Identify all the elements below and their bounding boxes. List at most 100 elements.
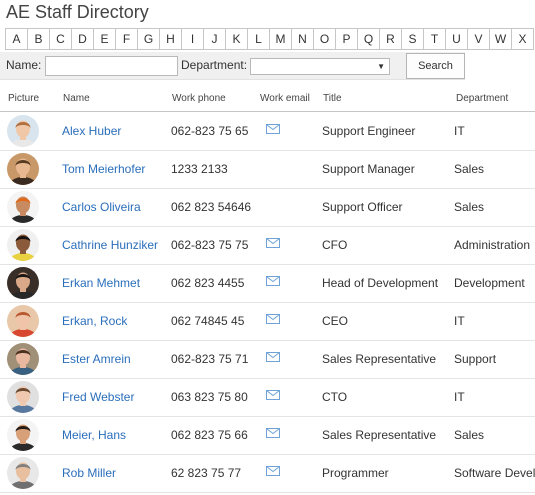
staff-name-link[interactable]: Meier, Hans: [62, 428, 126, 442]
staff-name-link[interactable]: Fred Webster: [62, 390, 134, 404]
name-search-input[interactable]: [45, 56, 178, 76]
work-phone: 062 74845 45: [171, 314, 245, 328]
work-phone: 062-823 75 65: [171, 124, 249, 138]
job-title: Support Manager: [322, 162, 415, 176]
chevron-down-icon: ▼: [377, 62, 385, 71]
letter-filter-c[interactable]: C: [49, 28, 72, 50]
letter-filter-m[interactable]: M: [269, 28, 292, 50]
staff-name-link[interactable]: Ester Amrein: [62, 352, 131, 366]
column-header-work-email[interactable]: Work email: [260, 93, 310, 104]
staff-name-link[interactable]: Tom Meierhofer: [62, 162, 145, 176]
work-phone: 1233 2133: [171, 162, 228, 176]
work-phone: 062-823 75 71: [171, 352, 249, 366]
column-header-work-phone[interactable]: Work phone: [172, 93, 226, 104]
letter-filter-p[interactable]: P: [335, 28, 358, 50]
letter-filter-x[interactable]: X: [511, 28, 534, 50]
job-title: Sales Representative: [322, 352, 437, 366]
letter-filter-t[interactable]: T: [423, 28, 446, 50]
work-phone: 62 823 75 77: [171, 466, 242, 480]
letter-filter-r[interactable]: R: [379, 28, 402, 50]
staff-name-link[interactable]: Rob Miller: [62, 466, 116, 480]
mail-icon[interactable]: [266, 276, 280, 286]
letter-filter-f[interactable]: F: [115, 28, 138, 50]
department: IT: [454, 390, 465, 404]
column-header-picture: Picture: [8, 93, 40, 104]
alphabet-filter-bar: ABCDEFGHIJKLMNOPQRSTUVWX: [5, 28, 535, 50]
avatar: [7, 153, 39, 185]
letter-filter-o[interactable]: O: [313, 28, 336, 50]
column-header-title[interactable]: Title: [323, 93, 342, 104]
job-title: Support Engineer: [322, 124, 416, 138]
table-row: Erkan Mehmet 062 823 4455 Head of Developm…: [0, 264, 535, 303]
department: Development: [454, 276, 525, 290]
letter-filter-u[interactable]: U: [445, 28, 468, 50]
mail-icon[interactable]: [266, 352, 280, 362]
work-phone: 062 823 54646: [171, 200, 252, 214]
department: Software Devel: [454, 466, 535, 480]
work-phone: 062 823 75 66: [171, 428, 248, 442]
mail-icon[interactable]: [266, 466, 280, 476]
table-row: Meier, Hans 062 823 75 66 Sales Representa…: [0, 416, 535, 455]
table-row: Alex Huber 062-823 75 65 Support Engineer I…: [0, 112, 535, 151]
table-row: Carlos Oliveira 062 823 54646 Support Offi…: [0, 188, 535, 227]
staff-name-link[interactable]: Erkan, Rock: [62, 314, 127, 328]
job-title: Head of Development: [322, 276, 439, 290]
letter-filter-a[interactable]: A: [5, 28, 28, 50]
letter-filter-l[interactable]: L: [247, 28, 270, 50]
avatar: [7, 343, 39, 375]
staff-name-link[interactable]: Carlos Oliveira: [62, 200, 141, 214]
avatar: [7, 381, 39, 413]
avatar: [7, 457, 39, 489]
department-select[interactable]: ▼: [250, 58, 390, 75]
mail-icon[interactable]: [266, 428, 280, 438]
mail-icon[interactable]: [266, 124, 280, 134]
avatar: [7, 115, 39, 147]
mail-icon[interactable]: [266, 390, 280, 400]
department: IT: [454, 314, 465, 328]
filter-bar: Name: Department: ▼ Search: [0, 52, 465, 80]
column-header-name[interactable]: Name: [63, 93, 90, 104]
job-title: Sales Representative: [322, 428, 437, 442]
letter-filter-d[interactable]: D: [71, 28, 94, 50]
letter-filter-e[interactable]: E: [93, 28, 116, 50]
job-title: Support Officer: [322, 200, 403, 214]
table-row: Fred Webster 063 823 75 80 CTO IT: [0, 378, 535, 417]
avatar: [7, 419, 39, 451]
letter-filter-i[interactable]: I: [181, 28, 204, 50]
table-row: Cathrine Hunziker 062-823 75 75 CFO Adminis…: [0, 226, 535, 265]
work-phone: 062-823 75 75: [171, 238, 249, 252]
letter-filter-j[interactable]: J: [203, 28, 226, 50]
letter-filter-k[interactable]: K: [225, 28, 248, 50]
avatar: [7, 191, 39, 223]
department: Support: [454, 352, 497, 366]
name-filter-label: Name:: [6, 58, 42, 72]
avatar: [7, 305, 39, 337]
department: Sales: [454, 162, 485, 176]
work-phone: 063 823 75 80: [171, 390, 248, 404]
letter-filter-b[interactable]: B: [27, 28, 50, 50]
letter-filter-n[interactable]: N: [291, 28, 314, 50]
avatar: [7, 267, 39, 299]
table-row: Erkan, Rock 062 74845 45 CEO IT: [0, 302, 535, 341]
search-button[interactable]: Search: [406, 53, 465, 79]
staff-name-link[interactable]: Cathrine Hunziker: [62, 238, 158, 252]
department: Sales: [454, 200, 485, 214]
mail-icon[interactable]: [266, 238, 280, 248]
table-row: Rob Miller 62 823 75 77 Programmer Software…: [0, 454, 535, 493]
work-phone: 062 823 4455: [171, 276, 245, 290]
letter-filter-q[interactable]: Q: [357, 28, 380, 50]
department: Administration: [454, 238, 531, 252]
job-title: CTO: [322, 390, 348, 404]
department-filter-label: Department:: [181, 58, 248, 72]
letter-filter-v[interactable]: V: [467, 28, 490, 50]
staff-name-link[interactable]: Erkan Mehmet: [62, 276, 140, 290]
avatar: [7, 229, 39, 261]
letter-filter-h[interactable]: H: [159, 28, 182, 50]
column-header-department[interactable]: Department: [456, 93, 508, 104]
staff-name-link[interactable]: Alex Huber: [62, 124, 121, 138]
letter-filter-w[interactable]: W: [489, 28, 512, 50]
job-title: CEO: [322, 314, 349, 328]
letter-filter-g[interactable]: G: [137, 28, 160, 50]
mail-icon[interactable]: [266, 314, 280, 324]
letter-filter-s[interactable]: S: [401, 28, 424, 50]
